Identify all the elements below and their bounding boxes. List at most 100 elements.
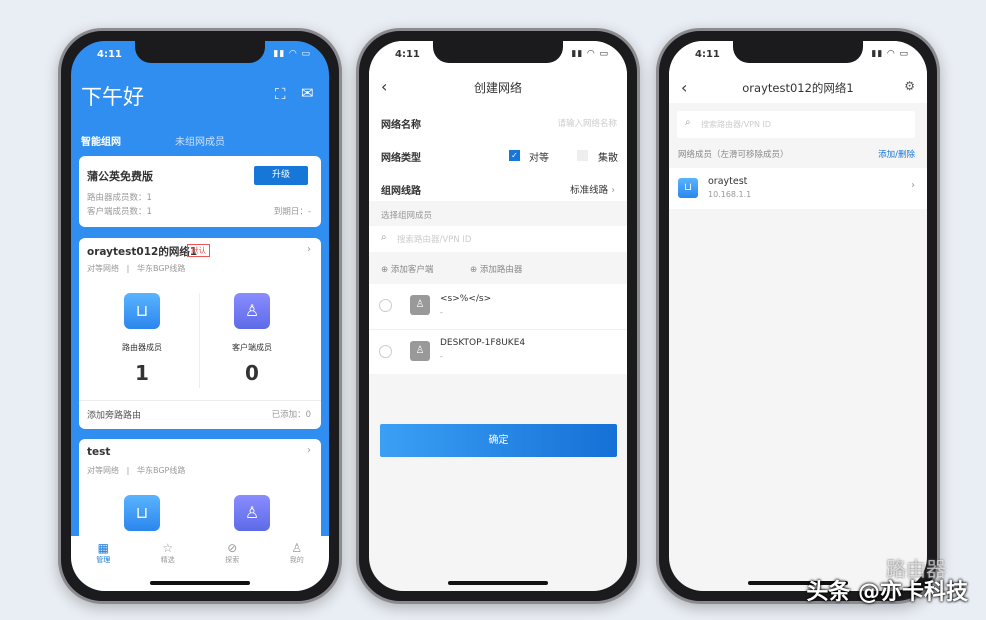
tab-smart-network[interactable]: 智能组网 — [81, 133, 121, 148]
person-icon: ♙ — [291, 541, 303, 555]
settings-gear-icon[interactable]: ⚙ — [904, 79, 915, 93]
user-icon: ♙ — [234, 495, 270, 531]
router-member-count: 1 — [135, 361, 149, 385]
network-type: 对等网络 — [87, 466, 119, 475]
member-sub: - — [440, 352, 443, 361]
star-icon: ☆ — [162, 541, 174, 555]
chevron-right-icon: › — [307, 244, 311, 255]
notch — [433, 41, 563, 63]
client-count: 客户端成员数：1 — [87, 207, 152, 217]
tabbar-label: 我的 — [289, 556, 304, 564]
create-network-screen: 4:11 ▮▮ ◠ ▭ ‹ 创建网络 网络名称 请输入网络名称 网络类型 ✓ 对等… — [369, 41, 627, 591]
network-name-input[interactable]: 请输入网络名称 — [557, 117, 617, 129]
member-search[interactable]: ⌕ 搜索路由器/VPN ID — [369, 226, 627, 252]
notch — [733, 41, 863, 63]
tabbar-manage[interactable]: ▦ 管理 — [96, 541, 110, 591]
network-name: oraytest012的网络1 — [87, 246, 198, 258]
central-checkbox[interactable] — [577, 150, 588, 161]
phone-home: 4:11 ▮▮ ◠ ▭ 下午好 ⛶ ✉ 智能组网 未组网成员 蒲公英免费版 升级 … — [58, 28, 342, 604]
add-delete-link[interactable]: 添加/删除 — [878, 148, 915, 160]
status-time: 4:11 — [395, 49, 420, 60]
notch — [135, 41, 265, 63]
chevron-right-icon: › — [611, 185, 615, 196]
router-member-label: 路由器成员 — [122, 343, 162, 352]
p2p-checkbox[interactable]: ✓ — [509, 150, 520, 161]
member-name: <s>%</s> — [440, 294, 492, 304]
network-type: 对等网络 — [87, 264, 119, 273]
add-router-button[interactable]: ⊕ 添加路由器 — [470, 263, 522, 275]
status-time: 4:11 — [695, 49, 720, 60]
p2p-label: 对等 — [529, 153, 549, 164]
chevron-right-icon: › — [911, 180, 915, 191]
member-row[interactable]: ♙ DESKTOP-1F8UKE4 - — [369, 329, 627, 374]
search-icon: ⌕ — [381, 232, 387, 243]
network-line: 华东BGP线路 — [136, 264, 186, 273]
page-title: 创建网络 — [473, 81, 522, 95]
search-placeholder: 搜索路由器/VPN ID — [701, 120, 772, 129]
client-member-count: 0 — [245, 361, 259, 385]
section-label: 网络成员（左滑可移除成员） — [678, 150, 789, 160]
chevron-right-icon: › — [307, 445, 311, 456]
page-title: oraytest012的网络1 — [742, 81, 854, 95]
divider — [199, 293, 200, 388]
add-client-label: 添加客户端 — [390, 265, 434, 275]
client-icon: ♙ — [410, 295, 430, 315]
search-placeholder: 搜索路由器/VPN ID — [397, 235, 472, 245]
status-time: 4:11 — [97, 49, 122, 60]
divider — [79, 400, 321, 401]
add-client-button[interactable]: ⊕ 添加客户端 — [381, 263, 433, 275]
default-badge: 默认 — [187, 244, 210, 257]
network-name: test — [87, 446, 111, 458]
compass-icon: ⊘ — [227, 541, 238, 555]
network-line: 华东BGP线路 — [136, 466, 186, 475]
type-label: 网络类型 — [381, 153, 421, 164]
tabbar-label: 管理 — [96, 556, 111, 564]
network-meta: 对等网络 | 华东BGP线路 — [87, 263, 185, 274]
phone-network-detail: 4:11 ▮▮ ◠ ▭ ‹ oraytest012的网络1 ⚙ ⌕ 搜索路由器/VP… — [656, 28, 940, 604]
router-icon: ⊔ — [124, 495, 160, 531]
member-sub: - — [440, 308, 443, 317]
radio-button[interactable] — [379, 299, 392, 312]
radio-button[interactable] — [379, 345, 392, 358]
tabbar-label: 精选 — [160, 556, 175, 564]
scan-icon[interactable]: ⛶ — [275, 85, 286, 103]
member-row[interactable]: ⊔ oraytest 10.168.1.1 › — [669, 168, 927, 209]
search-icon: ⌕ — [685, 117, 691, 128]
signal-wifi-battery-icon: ▮▮ ◠ ▭ — [871, 49, 909, 59]
tab-unassigned-members[interactable]: 未组网成员 — [175, 133, 225, 148]
network-card[interactable]: oraytest012的网络1 默认 › 对等网络 | 华东BGP线路 ⊔ ♙ … — [79, 238, 321, 429]
client-member-label: 客户端成员 — [232, 343, 272, 352]
member-list: ♙ <s>%</s> - ♙ DESKTOP-1F8UKE4 - — [369, 284, 627, 374]
member-row[interactable]: ♙ <s>%</s> - — [369, 284, 627, 329]
tabbar-mine[interactable]: ♙ 我的 — [290, 541, 304, 591]
router-icon: ⊔ — [678, 178, 698, 198]
bypass-added-count: 已添加：0 — [271, 410, 311, 420]
tabbar-label: 探索 — [225, 556, 240, 564]
add-router-label: 添加路由器 — [479, 265, 523, 275]
user-icon: ♙ — [234, 293, 270, 329]
central-label: 集散 — [598, 153, 618, 164]
section-label: 选择组网成员 — [381, 211, 433, 221]
route-label: 组网线路 — [381, 186, 421, 197]
plan-card: 蒲公英免费版 升级 路由器成员数：1 客户端成员数：1 到期日：- — [79, 156, 321, 227]
add-bypass-router[interactable]: 添加旁路路由 — [87, 408, 141, 421]
home-screen: 4:11 ▮▮ ◠ ▭ 下午好 ⛶ ✉ 智能组网 未组网成员 蒲公英免费版 升级 … — [71, 41, 329, 591]
router-icon: ⊔ — [124, 293, 160, 329]
member-name: DESKTOP-1F8UKE4 — [440, 338, 526, 348]
client-icon: ♙ — [410, 341, 430, 361]
home-indicator — [448, 581, 548, 585]
separator: | — [126, 466, 130, 475]
member-search[interactable]: ⌕ 搜索路由器/VPN ID — [677, 111, 915, 138]
phone-create-network: 4:11 ▮▮ ◠ ▭ ‹ 创建网络 网络名称 请输入网络名称 网络类型 ✓ 对等… — [356, 28, 640, 604]
upgrade-button[interactable]: 升级 — [254, 166, 308, 185]
plan-title: 蒲公英免费版 — [87, 170, 153, 183]
mail-icon[interactable]: ✉ — [301, 84, 314, 102]
grid-icon: ▦ — [97, 541, 109, 555]
network-card[interactable]: test › 对等网络 | 华东BGP线路 ⊔ ♙ — [79, 439, 321, 549]
confirm-button[interactable]: 确定 — [380, 424, 617, 457]
network-meta: 对等网络 | 华东BGP线路 — [87, 465, 185, 476]
name-label: 网络名称 — [381, 120, 421, 131]
greeting: 下午好 — [81, 85, 144, 109]
watermark: 头条 @亦卡科技 — [806, 580, 968, 605]
route-selector[interactable]: 标准线路 › — [570, 182, 615, 196]
